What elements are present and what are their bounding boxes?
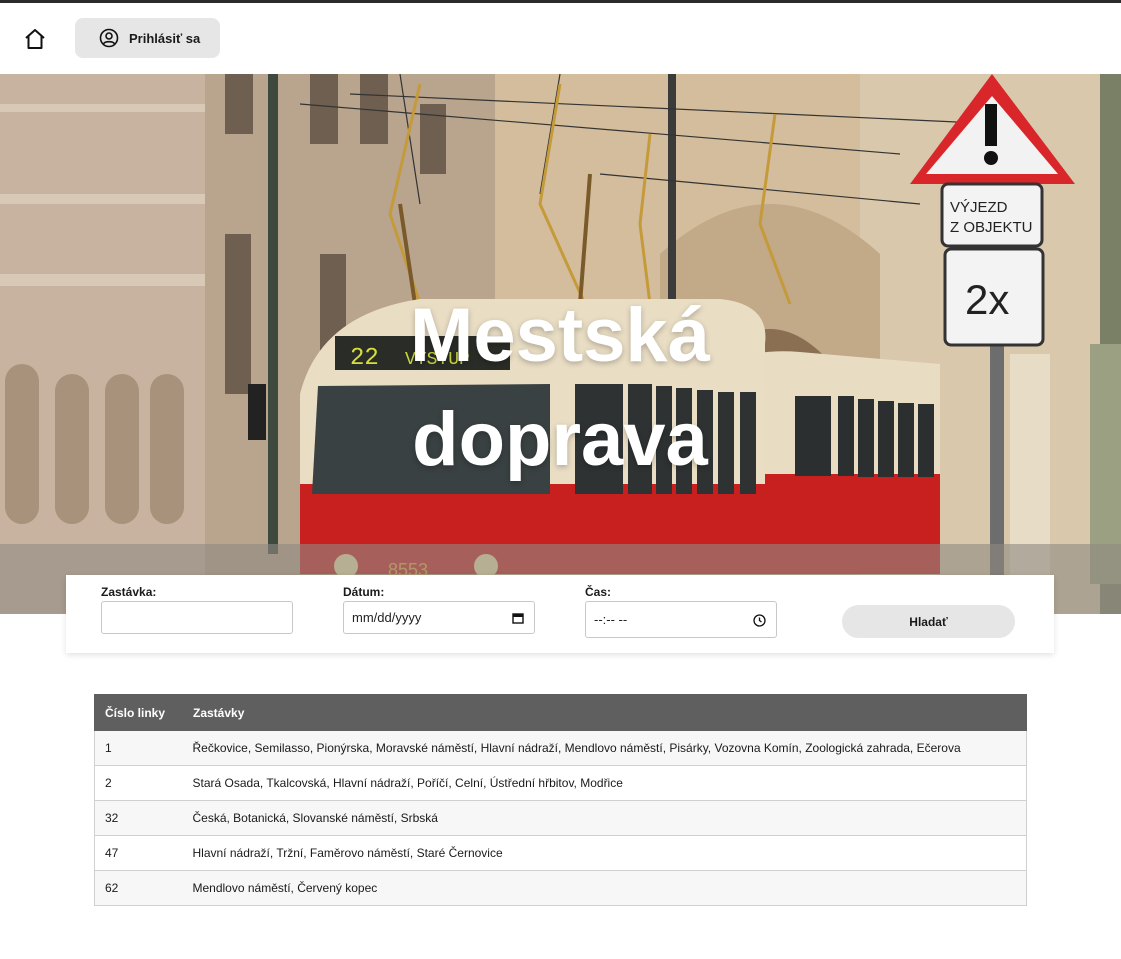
column-header-line-number: Číslo linky xyxy=(94,694,183,731)
time-label: Čas: xyxy=(585,585,612,599)
table-row: 32 Česká, Botanická, Slovanské náměstí, … xyxy=(94,800,1027,836)
svg-text:VÝJEZD: VÝJEZD xyxy=(950,199,1008,216)
line-number-cell: 2 xyxy=(94,765,183,801)
line-number-cell: 32 xyxy=(94,800,183,836)
stops-cell: Mendlovo náměstí, Červený kopec xyxy=(182,870,1027,906)
column-header-stops: Zastávky xyxy=(182,694,1027,731)
login-label: Prihlásiť sa xyxy=(129,30,201,46)
home-button[interactable] xyxy=(20,25,50,53)
search-form: Zastávka: Dátum: mm/dd/yyyy Čas: --:-- -… xyxy=(66,575,1054,653)
stops-cell: Česká, Botanická, Slovanské náměstí, Srb… xyxy=(182,800,1027,836)
svg-text:2x: 2x xyxy=(965,276,1009,323)
navbar: Prihlásiť sa xyxy=(0,3,1121,74)
stops-cell: Stará Osada, Tkalcovská, Hlavní nádraží,… xyxy=(182,765,1027,801)
stop-label: Zastávka: xyxy=(101,585,157,599)
hero-title-line1: Mestská xyxy=(410,293,710,378)
time-input[interactable]: --:-- -- xyxy=(585,601,777,638)
date-input[interactable]: mm/dd/yyyy xyxy=(343,601,535,634)
hero-banner: 22 VÝSTUP 8553 VÝJEZD Z OBJEKTU 2x Mests… xyxy=(0,74,1121,614)
time-placeholder: --:-- -- xyxy=(594,612,628,627)
line-number-cell: 47 xyxy=(94,835,183,871)
login-button[interactable]: Prihlásiť sa xyxy=(75,18,220,58)
search-button[interactable]: Hladať xyxy=(842,605,1015,638)
user-circle-icon xyxy=(99,28,119,48)
table-header-row: Číslo linky Zastávky xyxy=(94,694,1027,731)
stop-input[interactable] xyxy=(101,601,293,634)
hero-title-line2: doprava xyxy=(412,397,708,482)
line-number-cell: 1 xyxy=(94,730,183,766)
line-number-cell: 62 xyxy=(94,870,183,906)
stops-cell: Hlavní nádraží, Tržní, Faměrovo náměstí,… xyxy=(182,835,1027,871)
date-label: Dátum: xyxy=(343,585,385,599)
stops-cell: Řečkovice, Semilasso, Pionýrska, Moravsk… xyxy=(182,730,1027,766)
table-row: 47 Hlavní nádraží, Tržní, Faměrovo náměs… xyxy=(94,835,1027,871)
calendar-icon[interactable] xyxy=(512,612,524,624)
clock-icon[interactable] xyxy=(753,614,766,627)
table-row: 2 Stará Osada, Tkalcovská, Hlavní nádraž… xyxy=(94,765,1027,801)
svg-text:Z OBJEKTU: Z OBJEKTU xyxy=(950,219,1033,236)
lines-table: Číslo linky Zastávky 1 Řečkovice, Semila… xyxy=(94,694,1027,906)
table-row: 62 Mendlovo náměstí, Červený kopec xyxy=(94,870,1027,906)
hero-title: Mestská doprava xyxy=(360,284,760,492)
date-placeholder: mm/dd/yyyy xyxy=(352,610,422,625)
table-row: 1 Řečkovice, Semilasso, Pionýrska, Morav… xyxy=(94,730,1027,766)
home-icon xyxy=(25,29,45,49)
